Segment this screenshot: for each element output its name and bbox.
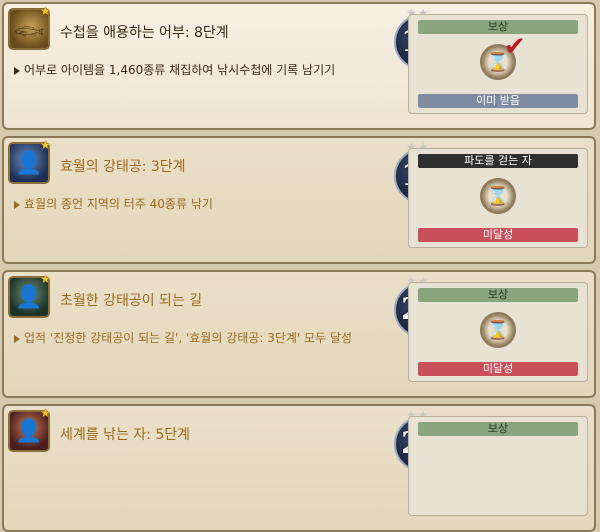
- reward-medal-icon: ⌛: [480, 178, 516, 214]
- achievement-title: 수첩을 애용하는 어부: 8단계: [60, 25, 229, 41]
- achievement-title: 초월한 강태공이 되는 길: [60, 293, 203, 309]
- achievement-description: 업적 '진정한 강태공이 되는 길', '효월의 강태공: 3단계' 모두 달성: [14, 329, 352, 346]
- achievement-card[interactable]: 👤 ★ 세계를 낚는 자: 5단계 20 ★★ 보상: [2, 404, 596, 532]
- triangle-bullet-icon: [14, 200, 20, 209]
- reward-status: 이미 받음: [418, 94, 578, 108]
- reward-medal-icon: ⌛: [480, 312, 516, 348]
- checkmark-icon: ✔: [504, 32, 526, 62]
- achievement-title: 세계를 낚는 자: 5단계: [60, 427, 191, 443]
- achievement-card[interactable]: 👤 ★ 효월의 강태공: 3단계 효월의 종언 지역의 터주 40종류 낚기 1…: [2, 136, 596, 264]
- reward-panel[interactable]: 보상: [408, 416, 588, 516]
- reward-panel[interactable]: 파도를 걷는 자 ⌛ 미달성: [408, 148, 588, 248]
- star-icon: ★: [40, 406, 51, 420]
- star-icon: ★: [40, 138, 51, 152]
- achievement-card[interactable]: 𓆟 ★ 수첩을 애용하는 어부: 8단계 어부로 아이템을 1,460종류 채집…: [2, 2, 596, 130]
- achievement-description: 효월의 종언 지역의 터주 40종류 낚기: [14, 195, 213, 212]
- reward-panel[interactable]: 보상 ⌛ ✔ 이미 받음: [408, 14, 588, 114]
- reward-label: 보상: [418, 288, 578, 302]
- triangle-bullet-icon: [14, 334, 20, 343]
- reward-status: 미달성: [418, 228, 578, 242]
- star-icon: ★: [40, 4, 51, 18]
- reward-status: 미달성: [418, 362, 578, 376]
- reward-title-label: 파도를 걷는 자: [418, 154, 578, 168]
- reward-panel[interactable]: 보상 ⌛ 미달성: [408, 282, 588, 382]
- star-icon: ★: [40, 272, 51, 286]
- reward-label: 보상: [418, 422, 578, 436]
- achievement-card[interactable]: 👤 ★ 초월한 강태공이 되는 길 업적 '진정한 강태공이 되는 길', '효…: [2, 270, 596, 398]
- triangle-bullet-icon: [14, 66, 20, 75]
- achievement-title: 효월의 강태공: 3단계: [60, 159, 186, 175]
- reward-label: 보상: [418, 20, 578, 34]
- achievement-description: 어부로 아이템을 1,460종류 채집하여 낚시수첩에 기록 남기기: [14, 61, 335, 78]
